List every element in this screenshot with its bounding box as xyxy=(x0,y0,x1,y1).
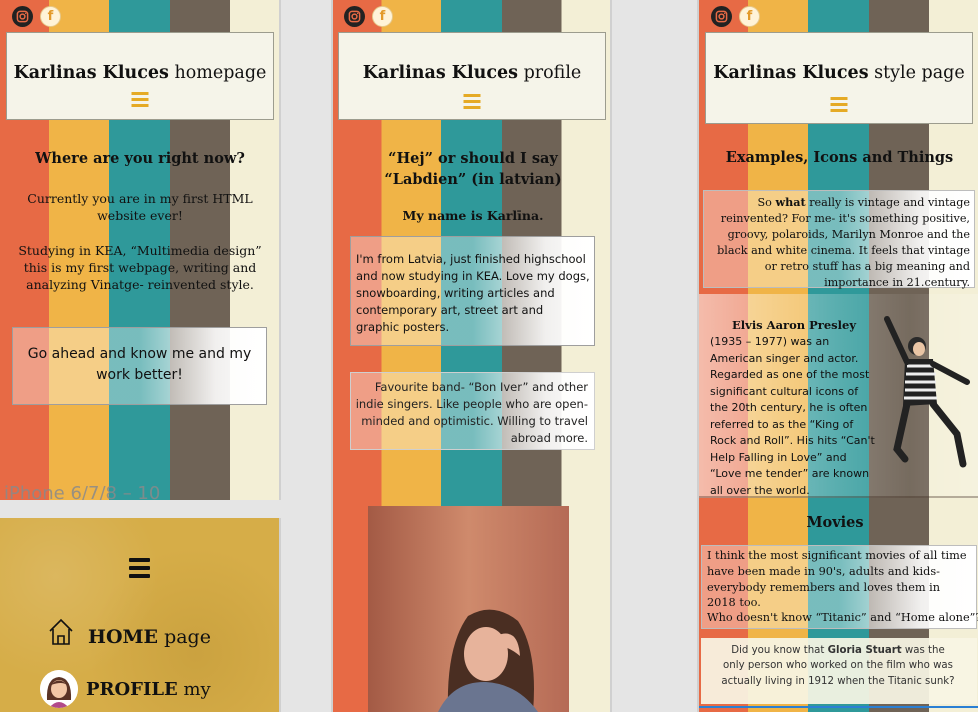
homepage-artboard: f Karlinas Kluces homepage Where are you… xyxy=(0,0,281,500)
hamburger-menu-icon[interactable] xyxy=(463,94,481,112)
page-header: Karlinas Kluces profile xyxy=(338,32,606,120)
selection-line xyxy=(699,706,978,708)
movies-heading: Movies xyxy=(806,514,864,531)
hamburger-menu-icon[interactable] xyxy=(131,92,149,110)
cta-label: Go ahead and know me and my work better! xyxy=(27,346,252,383)
band-text: Favourite band- “Bon Iver” and other ind… xyxy=(355,380,588,445)
movies-text: I think the most significant movies of a… xyxy=(707,549,967,610)
movies-box: I think the most significant movies of a… xyxy=(701,545,978,629)
profile-photo xyxy=(368,506,569,712)
menu-item-profile[interactable]: PROFILE my xyxy=(40,670,270,710)
section-heading: Examples, Icons and Things xyxy=(725,149,954,166)
titanic-fact-box: Did you know that Gloria Stuart was the … xyxy=(701,638,977,704)
page-title: Karlinas Kluces profile xyxy=(362,63,582,83)
page-title: Karlinas Kluces style page xyxy=(713,63,965,83)
vintage-intro-text: So what really is vintage and vintage re… xyxy=(717,195,970,289)
home-icon xyxy=(49,618,73,645)
elvis-dancing-image xyxy=(884,316,970,468)
instagram-icon[interactable] xyxy=(12,6,33,27)
elvis-text: (1935 – 1977) was an American singer and… xyxy=(710,335,875,497)
about-box: I'm from Latvia, just finished highschoo… xyxy=(350,236,595,346)
name-line: My name is Karlīna. xyxy=(402,208,544,223)
intro-text: Currently you are in my first HTML websi… xyxy=(27,191,253,223)
avatar xyxy=(40,670,78,708)
profile-artboard: f Karlinas Kluces profile “Hej” or shoul… xyxy=(331,0,612,712)
study-text: Studying in KEA, “Multimedia design” thi… xyxy=(18,243,262,292)
page-header: Karlinas Kluces homepage xyxy=(6,32,274,120)
facebook-icon[interactable]: f xyxy=(372,6,393,27)
instagram-icon[interactable] xyxy=(344,6,365,27)
page-title: Karlinas Kluces homepage xyxy=(13,63,267,83)
titanic-fact-text: Did you know that Gloria Stuart was the … xyxy=(721,645,955,687)
section-heading: Where are you right now? xyxy=(35,150,245,167)
facebook-icon[interactable]: f xyxy=(739,6,760,27)
menu-item-profile-label: PROFILE my xyxy=(86,679,211,700)
section-heading: “Hej” or should I say “Labdien” (in latv… xyxy=(384,150,562,188)
vintage-intro-box: So what really is vintage and vintage re… xyxy=(703,190,975,289)
social-icons: f xyxy=(344,6,393,27)
instagram-icon[interactable] xyxy=(711,6,732,27)
elvis-section: Elvis Aaron Presley (1935 – 1977) was an… xyxy=(699,294,978,498)
movies-question: Who doesn't know “Titanic” and “Home alo… xyxy=(707,611,978,624)
social-icons: f xyxy=(711,6,760,27)
artboard-label: iPhone 6/7/8 – 10 xyxy=(4,483,161,500)
elvis-name: Elvis Aaron Presley xyxy=(732,318,856,332)
menu-artboard: HOME page PROFILE my xyxy=(0,518,281,712)
social-icons: f xyxy=(12,6,61,27)
menu-item-home-label: HOME page xyxy=(88,626,211,648)
hamburger-menu-icon[interactable] xyxy=(830,97,848,115)
facebook-icon[interactable]: f xyxy=(40,6,61,27)
band-box: Favourite band- “Bon Iver” and other ind… xyxy=(350,372,595,450)
menu-hamburger-icon[interactable] xyxy=(129,558,150,578)
cta-button[interactable]: Go ahead and know me and my work better! xyxy=(12,327,267,405)
page-header: Karlinas Kluces style page xyxy=(705,32,973,124)
menu-item-home[interactable]: HOME page xyxy=(48,618,268,648)
style-artboard: f Karlinas Kluces style page Examples, I… xyxy=(697,0,978,712)
about-text: I'm from Latvia, just finished highschoo… xyxy=(356,252,590,334)
